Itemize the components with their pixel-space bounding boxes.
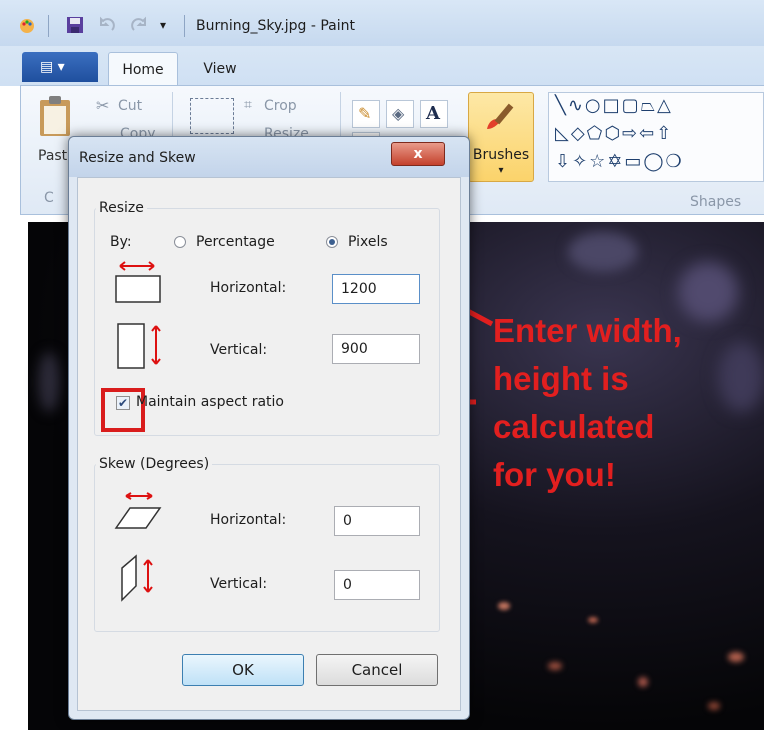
clipboard-group-label: C bbox=[44, 190, 54, 206]
ember-speck bbox=[728, 652, 744, 662]
undo-icon[interactable] bbox=[98, 16, 116, 34]
tab-home[interactable]: Home bbox=[108, 52, 178, 87]
crop-label[interactable]: Crop bbox=[264, 98, 297, 114]
skew-vertical-label: Vertical: bbox=[210, 576, 268, 592]
pencil-icon: ✎ bbox=[358, 104, 372, 123]
title-separator bbox=[184, 15, 185, 37]
resize-vertical-icon bbox=[117, 323, 161, 369]
resize-horizontal-label: Horizontal: bbox=[210, 280, 287, 296]
cut-icon[interactable]: ✂ bbox=[96, 96, 109, 115]
customize-quick-access-icon[interactable]: ▾ bbox=[160, 18, 166, 32]
fill-bucket-icon: ◈ bbox=[392, 104, 405, 123]
brush-icon bbox=[487, 103, 514, 129]
shapes-group-label: Shapes bbox=[690, 194, 742, 210]
cancel-button[interactable]: Cancel bbox=[316, 654, 438, 686]
paste-label[interactable]: Past bbox=[38, 148, 67, 164]
tab-home-label: Home bbox=[122, 62, 164, 78]
ember-speck bbox=[548, 662, 562, 670]
menu-icon: ▤ ▾ bbox=[40, 59, 65, 75]
ember-speck bbox=[638, 677, 648, 687]
brushes-dropdown-icon: ▾ bbox=[498, 165, 504, 176]
resize-group-label: Resize bbox=[96, 200, 147, 216]
ember-speck bbox=[498, 602, 510, 610]
cut-label[interactable]: Cut bbox=[118, 98, 142, 114]
resize-skew-dialog: Resize and Skew x Resize By: Percentage … bbox=[68, 136, 470, 720]
cloud-highlight bbox=[718, 342, 764, 412]
pixels-radio[interactable] bbox=[326, 236, 338, 248]
skew-group-label: Skew (Degrees) bbox=[96, 456, 213, 472]
text-tool[interactable]: A bbox=[420, 100, 448, 128]
resize-horizontal-icon bbox=[115, 261, 161, 303]
shapes-gallery[interactable]: ╲∿○□▢⏢△ ◺◇⬠⬡⇨⇦⇧ ⇩✧☆✡▭◯❍ bbox=[548, 92, 764, 182]
paint-menu-button[interactable]: ▤ ▾ bbox=[22, 52, 98, 82]
window-title: Burning_Sky.jpg - Paint bbox=[196, 18, 356, 34]
dialog-close-button[interactable]: x bbox=[391, 142, 445, 166]
shapes-row[interactable]: ⇩✧☆✡▭◯❍ bbox=[555, 151, 684, 172]
resize-vertical-label: Vertical: bbox=[210, 342, 268, 358]
shapes-row[interactable]: ╲∿○□▢⏢△ bbox=[555, 95, 673, 116]
save-icon[interactable] bbox=[66, 16, 84, 34]
maintain-aspect-label[interactable]: Maintain aspect ratio bbox=[136, 394, 284, 410]
by-label: By: bbox=[110, 234, 132, 250]
skew-horizontal-input[interactable]: 0 bbox=[334, 506, 420, 536]
ember-speck bbox=[708, 702, 720, 710]
brushes-label: Brushes bbox=[472, 147, 530, 163]
text-a-icon: A bbox=[426, 103, 440, 124]
annotation-line: height is bbox=[493, 360, 629, 397]
annotation-text: Enter width, height is calculated for yo… bbox=[493, 307, 682, 499]
skew-group bbox=[94, 464, 440, 632]
paste-icon[interactable] bbox=[38, 94, 72, 138]
pixels-label[interactable]: Pixels bbox=[348, 234, 388, 250]
close-icon: x bbox=[413, 146, 423, 162]
resize-horizontal-input[interactable]: 1200 bbox=[332, 274, 420, 304]
annotation-line: calculated bbox=[493, 408, 655, 445]
crop-icon[interactable]: ⌗ bbox=[244, 97, 252, 113]
skew-vertical-icon bbox=[121, 554, 153, 602]
paint-app-icon[interactable] bbox=[18, 16, 36, 34]
brushes-button[interactable]: Brushes ▾ bbox=[468, 92, 534, 182]
skew-vertical-input[interactable]: 0 bbox=[334, 570, 420, 600]
pencil-tool[interactable]: ✎ bbox=[352, 100, 380, 128]
ember-speck bbox=[588, 617, 598, 623]
select-icon[interactable] bbox=[190, 98, 234, 134]
tab-view[interactable]: View bbox=[186, 52, 254, 86]
shapes-row[interactable]: ◺◇⬠⬡⇨⇦⇧ bbox=[555, 123, 673, 144]
percentage-radio[interactable] bbox=[174, 236, 186, 248]
cloud-highlight bbox=[568, 232, 638, 272]
maintain-aspect-checkbox[interactable]: ✔ bbox=[116, 396, 130, 410]
annotation-line: Enter width, bbox=[493, 312, 682, 349]
dialog-title: Resize and Skew bbox=[79, 150, 196, 166]
percentage-label[interactable]: Percentage bbox=[196, 234, 275, 250]
cloud-highlight bbox=[678, 262, 738, 322]
fill-tool[interactable]: ◈ bbox=[386, 100, 414, 128]
ok-button[interactable]: OK bbox=[182, 654, 304, 686]
cloud-highlight bbox=[38, 352, 60, 412]
redo-icon[interactable] bbox=[130, 16, 148, 34]
annotation-line: for you! bbox=[493, 456, 616, 493]
dialog-body: Resize By: Percentage Pixels Horizontal:… bbox=[77, 177, 461, 711]
skew-horizontal-icon bbox=[114, 492, 162, 529]
tab-view-label: View bbox=[203, 61, 237, 77]
skew-horizontal-label: Horizontal: bbox=[210, 512, 287, 528]
quick-access-separator bbox=[48, 15, 49, 37]
resize-vertical-input[interactable]: 900 bbox=[332, 334, 420, 364]
